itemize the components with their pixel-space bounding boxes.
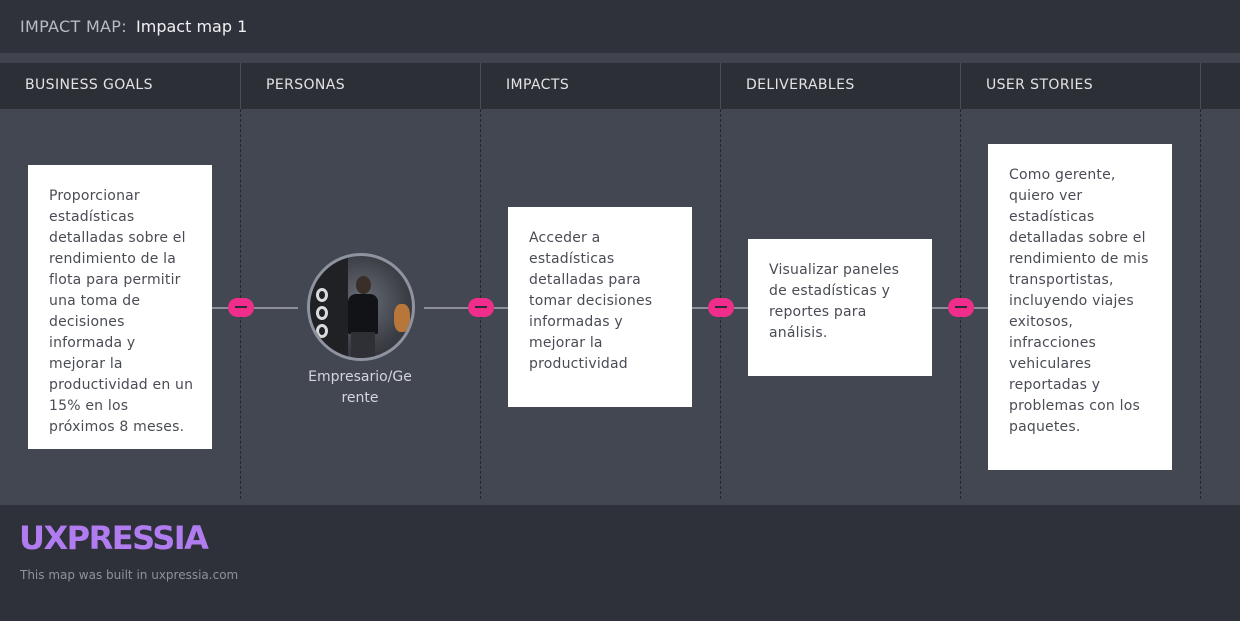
persona-name-line2: rente (341, 390, 379, 406)
column-header-personas[interactable]: PERSONAS (241, 63, 481, 109)
uxpressia-logo[interactable]: UXPRESSIA (19, 519, 209, 557)
built-with-text[interactable]: This map was built in uxpressia.com (20, 568, 238, 582)
column-divider (1200, 109, 1201, 499)
column-header-label: PERSONAS (266, 77, 346, 93)
connector-line (974, 307, 988, 309)
user-story-text: Como gerente, quiero ver estadísticas de… (1009, 167, 1149, 435)
map-title: IMPACT MAP: Impact map 1 (20, 17, 247, 36)
connector-line (424, 307, 468, 309)
column-header-label: DELIVERABLES (746, 77, 855, 93)
avatar-detail (394, 304, 410, 332)
collapse-toggle-icon[interactable] (468, 298, 494, 317)
footer: UXPRESSIA This map was built in uxpressi… (0, 505, 1240, 621)
impact-text: Acceder a estadísticas detalladas para t… (529, 230, 653, 372)
persona-name: Empresario/Ge rente (296, 367, 424, 409)
avatar-detail (348, 294, 378, 334)
connector-line (734, 307, 748, 309)
business-goal-text: Proporcionar estadísticas detalladas sob… (49, 188, 194, 435)
connector-line (254, 307, 298, 309)
column-header-user-stories[interactable]: USER STORIES (961, 63, 1201, 109)
user-story-card[interactable]: Como gerente, quiero ver estadísticas de… (988, 144, 1172, 470)
deliverable-text: Visualizar paneles de estadísticas y rep… (769, 262, 900, 341)
column-header-deliverables[interactable]: DELIVERABLES (721, 63, 961, 109)
collapse-toggle-icon[interactable] (948, 298, 974, 317)
column-header-label: IMPACTS (506, 77, 570, 93)
column-header-business-goals[interactable]: BUSINESS GOALS (0, 63, 241, 109)
column-header-label: BUSINESS GOALS (25, 77, 153, 93)
column-headers: BUSINESS GOALS PERSONAS IMPACTS DELIVERA… (0, 63, 1240, 109)
persona-avatar (307, 253, 415, 361)
avatar-detail (316, 288, 328, 302)
top-bar: IMPACT MAP: Impact map 1 (0, 0, 1240, 53)
connector-line (692, 307, 708, 309)
avatar-detail (351, 332, 375, 358)
column-header-impacts[interactable]: IMPACTS (481, 63, 721, 109)
collapse-toggle-icon[interactable] (708, 298, 734, 317)
connector-line (494, 307, 508, 309)
avatar-detail (356, 276, 371, 294)
avatar-detail (316, 306, 328, 320)
connector-line (932, 307, 948, 309)
avatar-detail (316, 324, 328, 338)
header-divider (0, 53, 1240, 63)
avatar-background (310, 256, 348, 358)
deliverable-card[interactable]: Visualizar paneles de estadísticas y rep… (748, 239, 932, 376)
collapse-toggle-icon[interactable] (228, 298, 254, 317)
persona-name-line1: Empresario/Ge (308, 369, 412, 385)
business-goal-card[interactable]: Proporcionar estadísticas detalladas sob… (28, 165, 212, 449)
map-board: Proporcionar estadísticas detalladas sob… (0, 109, 1240, 505)
map-name[interactable]: Impact map 1 (136, 17, 247, 36)
map-title-prefix: IMPACT MAP: (20, 17, 127, 36)
column-header-label: USER STORIES (986, 77, 1094, 93)
connector-line (212, 307, 228, 309)
impact-card[interactable]: Acceder a estadísticas detalladas para t… (508, 207, 692, 407)
